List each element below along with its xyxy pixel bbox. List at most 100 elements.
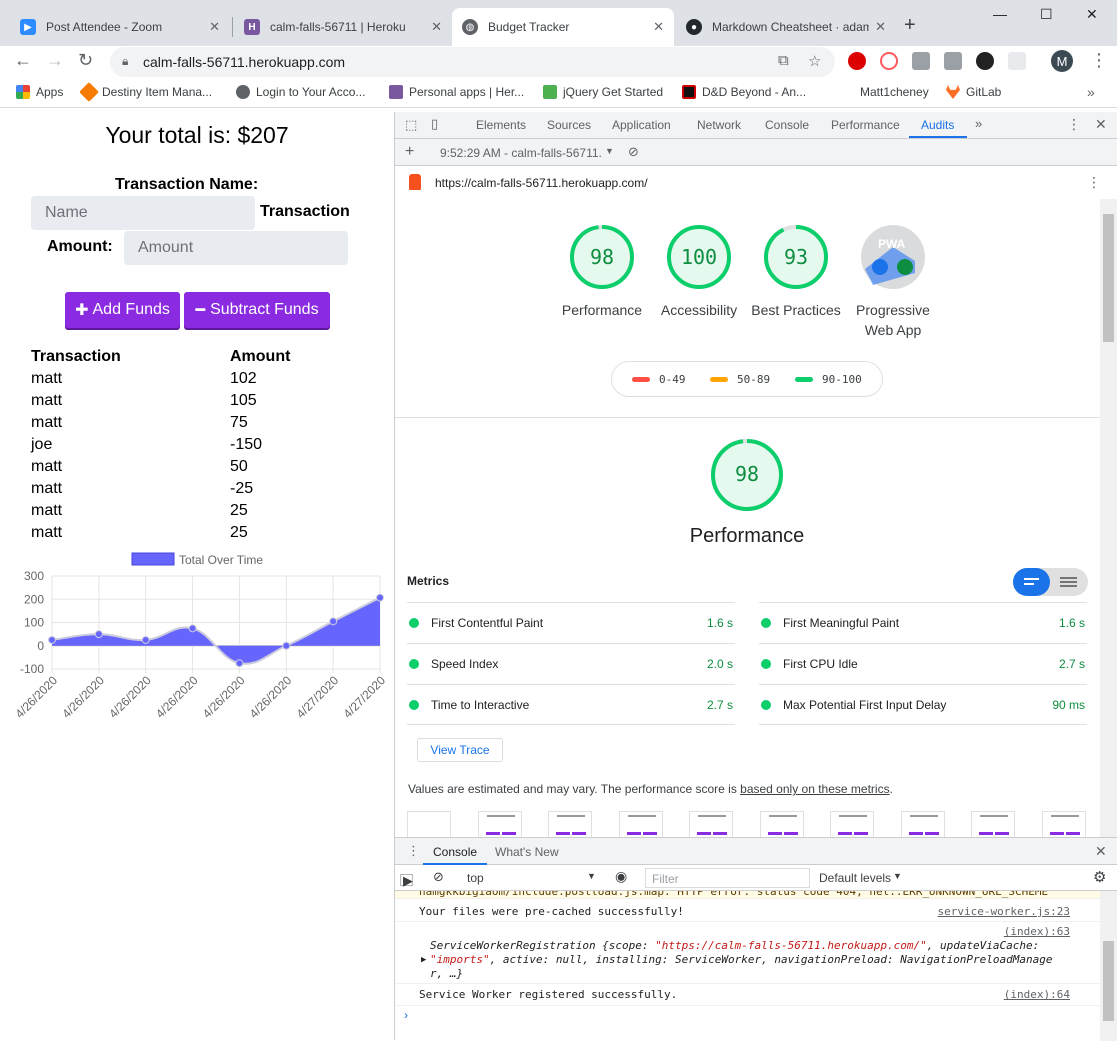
device-toolbar-icon[interactable]: ▯: [431, 116, 438, 132]
back-arrow-icon[interactable]: ←: [14, 50, 32, 71]
drawer-tab-whats-new[interactable]: What's New: [495, 845, 559, 859]
chevron-down-icon[interactable]: ▼: [605, 146, 614, 156]
view-trace-button[interactable]: View Trace: [417, 738, 503, 762]
tab-label: Markdown Cheatsheet · adam: [712, 20, 870, 34]
bookmark-destiny[interactable]: Destiny Item Mana...: [79, 82, 213, 102]
devtools-close-icon[interactable]: ✕: [1095, 116, 1107, 133]
profile-avatar[interactable]: M: [1051, 50, 1073, 72]
inspect-element-icon[interactable]: ⬚: [405, 117, 417, 133]
bookmark-label: GitLab: [966, 85, 1002, 99]
more-tabs-icon[interactable]: »: [975, 116, 982, 131]
console-source-link[interactable]: (index):63: [1004, 925, 1070, 938]
open-external-icon[interactable]: ⧉: [778, 52, 789, 69]
chevron-down-icon[interactable]: ▼: [893, 871, 902, 881]
window-close-icon[interactable]: ✕: [1086, 6, 1098, 23]
estimate-link[interactable]: based only on these metrics: [740, 782, 889, 796]
transaction-name-input[interactable]: Name: [31, 196, 255, 230]
tab-audits[interactable]: Audits: [921, 118, 954, 132]
scrollbar-thumb[interactable]: [1103, 214, 1114, 342]
console-filter-input[interactable]: Filter: [645, 868, 810, 888]
tab-sources[interactable]: Sources: [547, 118, 591, 132]
bookmark-dnd[interactable]: D&D Beyond - An...: [682, 85, 806, 99]
expand-triangle-icon[interactable]: ▶: [421, 953, 426, 967]
bookmark-apps[interactable]: Apps: [16, 85, 63, 99]
header-transaction: Transaction: [31, 348, 121, 365]
console-scrollbar-thumb[interactable]: [1103, 941, 1114, 1021]
audit-session-select[interactable]: 9:52:29 AM - calm-falls-56711.: [440, 146, 602, 160]
console-scrollbar[interactable]: [1100, 891, 1117, 1041]
bookmarks-overflow-icon[interactable]: »: [1087, 84, 1095, 100]
globe-icon: [236, 85, 250, 99]
new-audit-plus-icon[interactable]: +: [405, 143, 414, 161]
maximize-icon[interactable]: ☐: [1040, 6, 1053, 23]
new-tab-plus-icon[interactable]: +: [904, 14, 916, 37]
tab-console[interactable]: Console: [765, 118, 809, 132]
metrics-view-toggle[interactable]: [1013, 568, 1088, 596]
bookmark-gitlab[interactable]: GitLab: [946, 85, 1001, 99]
bookmark-jquery[interactable]: jQuery Get Started: [543, 85, 663, 99]
toggle-compact-option[interactable]: [1013, 568, 1050, 596]
legend-green-swatch: [795, 377, 813, 382]
tab-application[interactable]: Application: [612, 118, 671, 132]
transaction-amount: 50: [230, 458, 248, 475]
audits-scrollbar[interactable]: [1100, 199, 1117, 837]
adblock-extension-icon[interactable]: [848, 52, 866, 70]
sidebar-toggle-icon[interactable]: ▶︎⃞: [403, 870, 413, 889]
reload-icon[interactable]: ↻: [78, 50, 93, 71]
table-header: Transaction Amount: [31, 348, 331, 370]
tab-network[interactable]: Network: [697, 118, 741, 132]
table-row: matt -25: [31, 480, 331, 502]
grid-extension-icon[interactable]: [1008, 52, 1026, 70]
drawer-close-icon[interactable]: ✕: [1095, 843, 1107, 860]
pwa-badge-icon[interactable]: PWA: [861, 225, 925, 289]
clear-icon[interactable]: ⊘: [628, 144, 639, 160]
chevron-down-icon[interactable]: ▼: [587, 871, 596, 881]
devtools-menu-icon[interactable]: ⋮: [1067, 116, 1081, 133]
console-line-registered: Service Worker registered successfully. …: [395, 984, 1100, 1006]
bookmark-matt1cheney[interactable]: Matt1cheney: [860, 85, 929, 99]
bookmark-heroku[interactable]: Personal apps | Her...: [389, 85, 524, 99]
tab-elements[interactable]: Elements: [476, 118, 526, 132]
metric-first-contentful-paint: First Contentful Paint 1.6 s: [407, 602, 735, 643]
console-source-link[interactable]: (index):64: [1004, 988, 1070, 1001]
add-funds-button[interactable]: ✚ Add Funds: [65, 292, 180, 328]
minimize-icon[interactable]: —: [993, 6, 1007, 22]
camera-extension-icon[interactable]: [944, 52, 962, 70]
close-icon[interactable]: ✕: [653, 19, 664, 35]
eye-icon[interactable]: ◉: [615, 868, 627, 885]
transaction-amount-input[interactable]: Amount: [124, 231, 348, 265]
gitlab-icon: [946, 85, 960, 99]
legend-average: 50-89: [737, 373, 771, 386]
close-icon[interactable]: ✕: [209, 19, 220, 35]
drawer-tab-console[interactable]: Console: [433, 845, 477, 859]
console-prompt-icon[interactable]: ›: [404, 1008, 408, 1022]
transaction-amount: 75: [230, 414, 248, 431]
bookmark-star-icon[interactable]: ☆: [808, 52, 821, 70]
close-icon[interactable]: ✕: [875, 19, 886, 35]
legend-fail: 0-49: [659, 373, 686, 386]
menu-kebab-icon[interactable]: ⋮: [1090, 50, 1108, 71]
bookmark-label: Destiny Item Mana...: [102, 85, 213, 99]
subtract-funds-button[interactable]: ━ Subtract Funds: [184, 292, 330, 328]
metric-value: 2.7 s: [1058, 657, 1085, 671]
close-icon[interactable]: ✕: [431, 19, 442, 35]
drawer-menu-icon[interactable]: ⋮: [407, 843, 420, 859]
context-select[interactable]: top: [467, 871, 484, 885]
browser-tab-heroku[interactable]: H calm-falls-56711 | Heroku ✕: [234, 8, 452, 46]
browser-tab-budget-tracker[interactable]: ◍ Budget Tracker ✕: [452, 8, 674, 46]
bookmark-login[interactable]: Login to Your Acco...: [236, 85, 365, 99]
clear-console-icon[interactable]: ⊘: [433, 869, 444, 885]
console-source-link[interactable]: service-worker.js:23: [938, 905, 1070, 918]
browser-tab-markdown[interactable]: ● Markdown Cheatsheet · adam ✕: [676, 8, 896, 46]
console-settings-gear-icon[interactable]: ⚙: [1093, 868, 1106, 886]
address-bar[interactable]: 🔒︎ calm-falls-56711.herokuapp.com ⧉ ☆: [110, 47, 835, 77]
log-levels-select[interactable]: Default levels: [819, 871, 891, 885]
cast-extension-icon[interactable]: [880, 52, 898, 70]
forward-arrow-icon[interactable]: →: [46, 50, 64, 71]
tab-performance[interactable]: Performance: [831, 118, 900, 132]
record-extension-icon[interactable]: [976, 52, 994, 70]
budget-tracker-page: Your total is: $207 Transaction Name: Na…: [0, 112, 394, 1040]
browser-tab-zoom[interactable]: ▶ Post Attendee - Zoom ✕: [10, 8, 230, 46]
report-menu-icon[interactable]: ⋮: [1087, 174, 1101, 191]
shield-extension-icon[interactable]: [912, 52, 930, 70]
